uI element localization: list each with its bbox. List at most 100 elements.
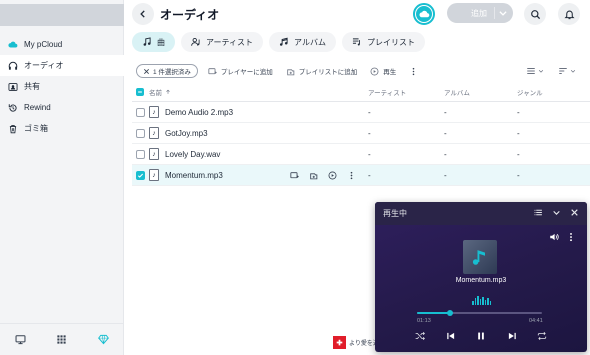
- chevron-left-icon: [140, 10, 145, 18]
- row-name: Lovely Day.wav: [165, 149, 221, 159]
- row-artist: -: [368, 107, 371, 117]
- selection-count: 1 件選択済み: [153, 69, 191, 76]
- search-button[interactable]: [524, 3, 546, 25]
- table-row[interactable]: ♪ GotJoy.mp3 - - -: [132, 123, 590, 144]
- close-icon[interactable]: [570, 208, 579, 217]
- audio-file-icon: ♪: [149, 106, 159, 118]
- cloud-status-button[interactable]: [413, 3, 435, 25]
- column-header-album[interactable]: アルバム: [444, 87, 470, 97]
- diamond-icon[interactable]: [97, 334, 109, 347]
- notifications-button[interactable]: [558, 3, 580, 25]
- row-checkbox[interactable]: [136, 170, 145, 180]
- sidebar-item-rewind[interactable]: Rewind: [0, 97, 124, 118]
- pause-icon[interactable]: [476, 331, 486, 341]
- player-title: 再生中: [383, 209, 407, 218]
- sidebar-nav: My pCloud オーディオ 共有 Rewind ゴミ箱: [0, 34, 124, 139]
- swiss-flag-icon: [333, 336, 346, 349]
- back-button[interactable]: [132, 3, 154, 25]
- album-icon: [279, 37, 289, 47]
- tab-playlists[interactable]: プレイリスト: [341, 32, 425, 52]
- sort-button[interactable]: [558, 66, 576, 76]
- add-to-playlist-icon[interactable]: [309, 171, 318, 180]
- player-header-controls: [534, 208, 579, 217]
- more-vertical-icon[interactable]: [347, 171, 356, 180]
- sidebar-item-trash[interactable]: ゴミ箱: [0, 118, 124, 139]
- cloud-icon: [8, 40, 18, 50]
- sidebar-item-label: 共有: [24, 82, 40, 91]
- row-actions: [290, 171, 356, 180]
- row-album: -: [444, 128, 447, 138]
- more-vertical-icon: [412, 67, 415, 75]
- row-checkbox[interactable]: [136, 149, 145, 159]
- add-to-playlist-label: プレイリストに追加: [298, 69, 358, 76]
- play-circle-icon: [370, 67, 379, 76]
- more-vertical-icon[interactable]: [566, 232, 576, 242]
- minimize-chevron-icon[interactable]: [552, 208, 561, 217]
- sidebar-item-label: My pCloud: [24, 40, 63, 49]
- queue-list-icon[interactable]: [534, 208, 543, 217]
- checkmark-icon: [137, 173, 144, 178]
- add-button[interactable]: 追加: [447, 3, 513, 23]
- row-checkbox[interactable]: [136, 128, 145, 138]
- selection-chip[interactable]: 1 件選択済み: [136, 64, 198, 78]
- table-row[interactable]: ♪ Demo Audio 2.mp3 - - -: [132, 102, 590, 123]
- current-time: 01:13: [417, 318, 431, 324]
- shuffle-icon[interactable]: [415, 331, 425, 341]
- row-name: GotJoy.mp3: [165, 128, 208, 138]
- add-to-playlist-button[interactable]: プレイリストに追加: [286, 66, 358, 76]
- row-checkbox[interactable]: [136, 107, 145, 117]
- trash-icon: [8, 124, 18, 134]
- sidebar: My pCloud オーディオ 共有 Rewind ゴミ箱: [0, 0, 124, 355]
- table-row-selected[interactable]: ♪ Momentum.mp3 - - -: [132, 165, 590, 186]
- repeat-icon[interactable]: [537, 331, 547, 341]
- playlist-icon: [352, 37, 362, 47]
- column-header-genre[interactable]: ジャンル: [517, 87, 543, 97]
- sidebar-item-my-pcloud[interactable]: My pCloud: [0, 34, 124, 55]
- add-to-playlist-icon: [286, 67, 295, 76]
- row-album: -: [444, 149, 447, 159]
- table-row[interactable]: ♪ Lovely Day.wav - - -: [132, 144, 590, 165]
- column-header-artist[interactable]: アーティスト: [368, 87, 406, 97]
- apps-grid-icon[interactable]: [56, 334, 67, 347]
- tab-artists[interactable]: アーティスト: [181, 32, 264, 52]
- add-to-player-button[interactable]: プレイヤーに追加: [208, 66, 273, 76]
- row-genre: -: [517, 107, 520, 117]
- row-name: Demo Audio 2.mp3: [165, 107, 234, 117]
- sidebar-item-shared[interactable]: 共有: [0, 76, 124, 97]
- add-to-player-icon[interactable]: [290, 171, 299, 180]
- play-button[interactable]: 再生: [370, 66, 396, 76]
- more-actions-button[interactable]: [409, 67, 418, 76]
- progress-bar[interactable]: [417, 310, 542, 316]
- tab-label: アルバム: [294, 37, 326, 47]
- rewind-icon: [8, 103, 18, 113]
- now-playing-track: Momentum.mp3: [455, 277, 507, 284]
- songs-table: 名前 アーティスト アルバム ジャンル ♪ Demo Audio 2.mp3 -…: [132, 82, 590, 186]
- next-track-icon[interactable]: [507, 331, 517, 341]
- progress-handle[interactable]: [446, 310, 453, 316]
- audio-file-icon: ♪: [149, 127, 159, 139]
- row-album: -: [444, 170, 447, 180]
- tab-albums[interactable]: アルバム: [269, 32, 336, 52]
- player-header: 再生中: [375, 202, 587, 225]
- monitor-icon[interactable]: [15, 334, 26, 347]
- sidebar-item-label: Rewind: [24, 103, 51, 112]
- play-circle-icon[interactable]: [328, 171, 337, 180]
- volume-icon[interactable]: [549, 232, 559, 242]
- mini-player: 再生中 Momentum.mp3 01:13 04:41: [375, 202, 587, 352]
- selection-action-bar: 1 件選択済み プレイヤーに追加 プレイリストに追加 再生: [136, 63, 586, 79]
- headphones-icon: [8, 61, 18, 71]
- select-all-checkbox[interactable]: [136, 87, 144, 96]
- add-to-player-icon: [208, 67, 217, 76]
- chevron-down-icon[interactable]: [498, 8, 508, 18]
- sidebar-bottom-bar: [0, 334, 124, 347]
- previous-track-icon[interactable]: [446, 331, 456, 341]
- list-view-button[interactable]: [526, 66, 544, 76]
- close-icon[interactable]: [143, 68, 150, 75]
- progress-fill: [417, 312, 450, 314]
- swiss-made-badge: より愛を込: [333, 336, 379, 349]
- sidebar-item-audio[interactable]: オーディオ: [0, 55, 124, 76]
- sidebar-item-label: オーディオ: [24, 61, 64, 70]
- tab-songs[interactable]: 曲: [132, 32, 175, 52]
- view-controls: [526, 63, 576, 79]
- column-header-name[interactable]: 名前: [149, 87, 171, 97]
